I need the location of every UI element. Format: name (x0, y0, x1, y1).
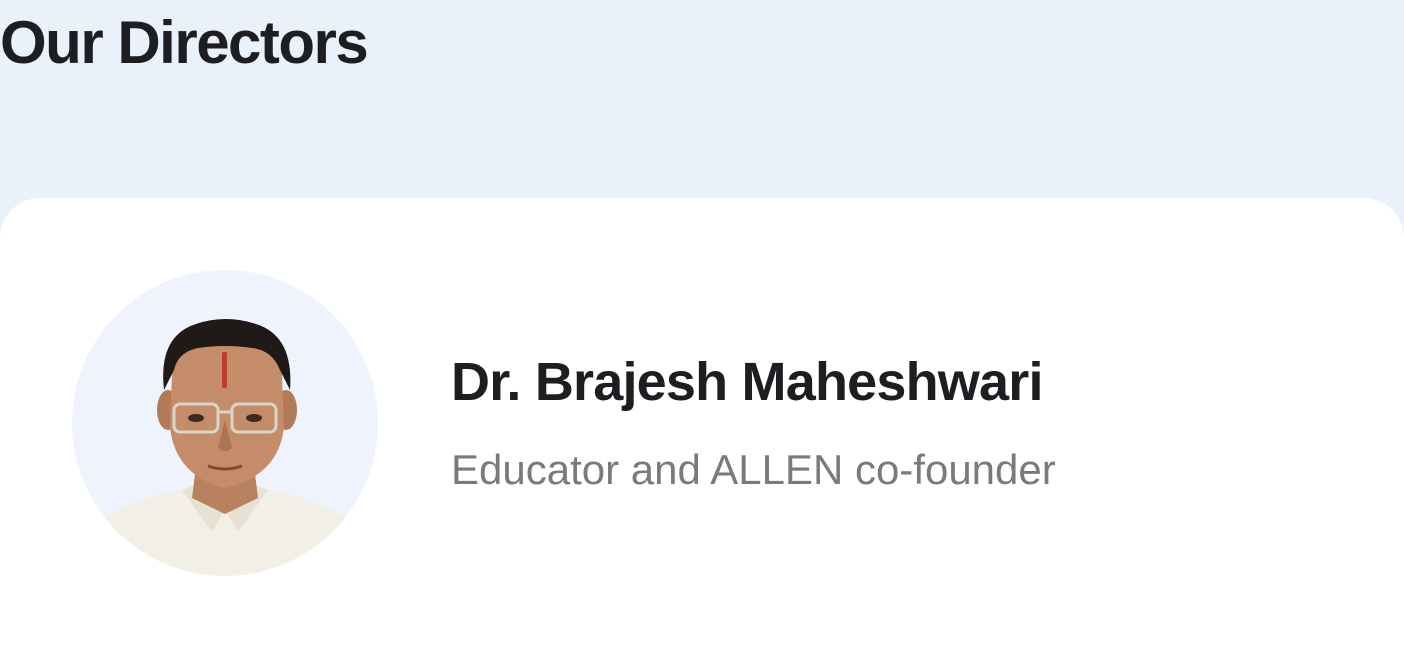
section-title: Our Directors (0, 9, 369, 76)
director-name: Dr. Brajesh Maheshwari (451, 352, 1043, 412)
left-eye (188, 414, 204, 422)
forehead-mark (222, 352, 227, 388)
portrait-photo (88, 319, 362, 576)
right-eye (246, 414, 262, 422)
director-avatar (72, 270, 378, 576)
director-role: Educator and ALLEN co-founder (451, 446, 1056, 493)
directors-section: Our Directors Dr. Brajesh Maheshwari Edu… (0, 0, 1404, 648)
director-card: Dr. Brajesh Maheshwari Educator and ALLE… (0, 198, 1404, 648)
